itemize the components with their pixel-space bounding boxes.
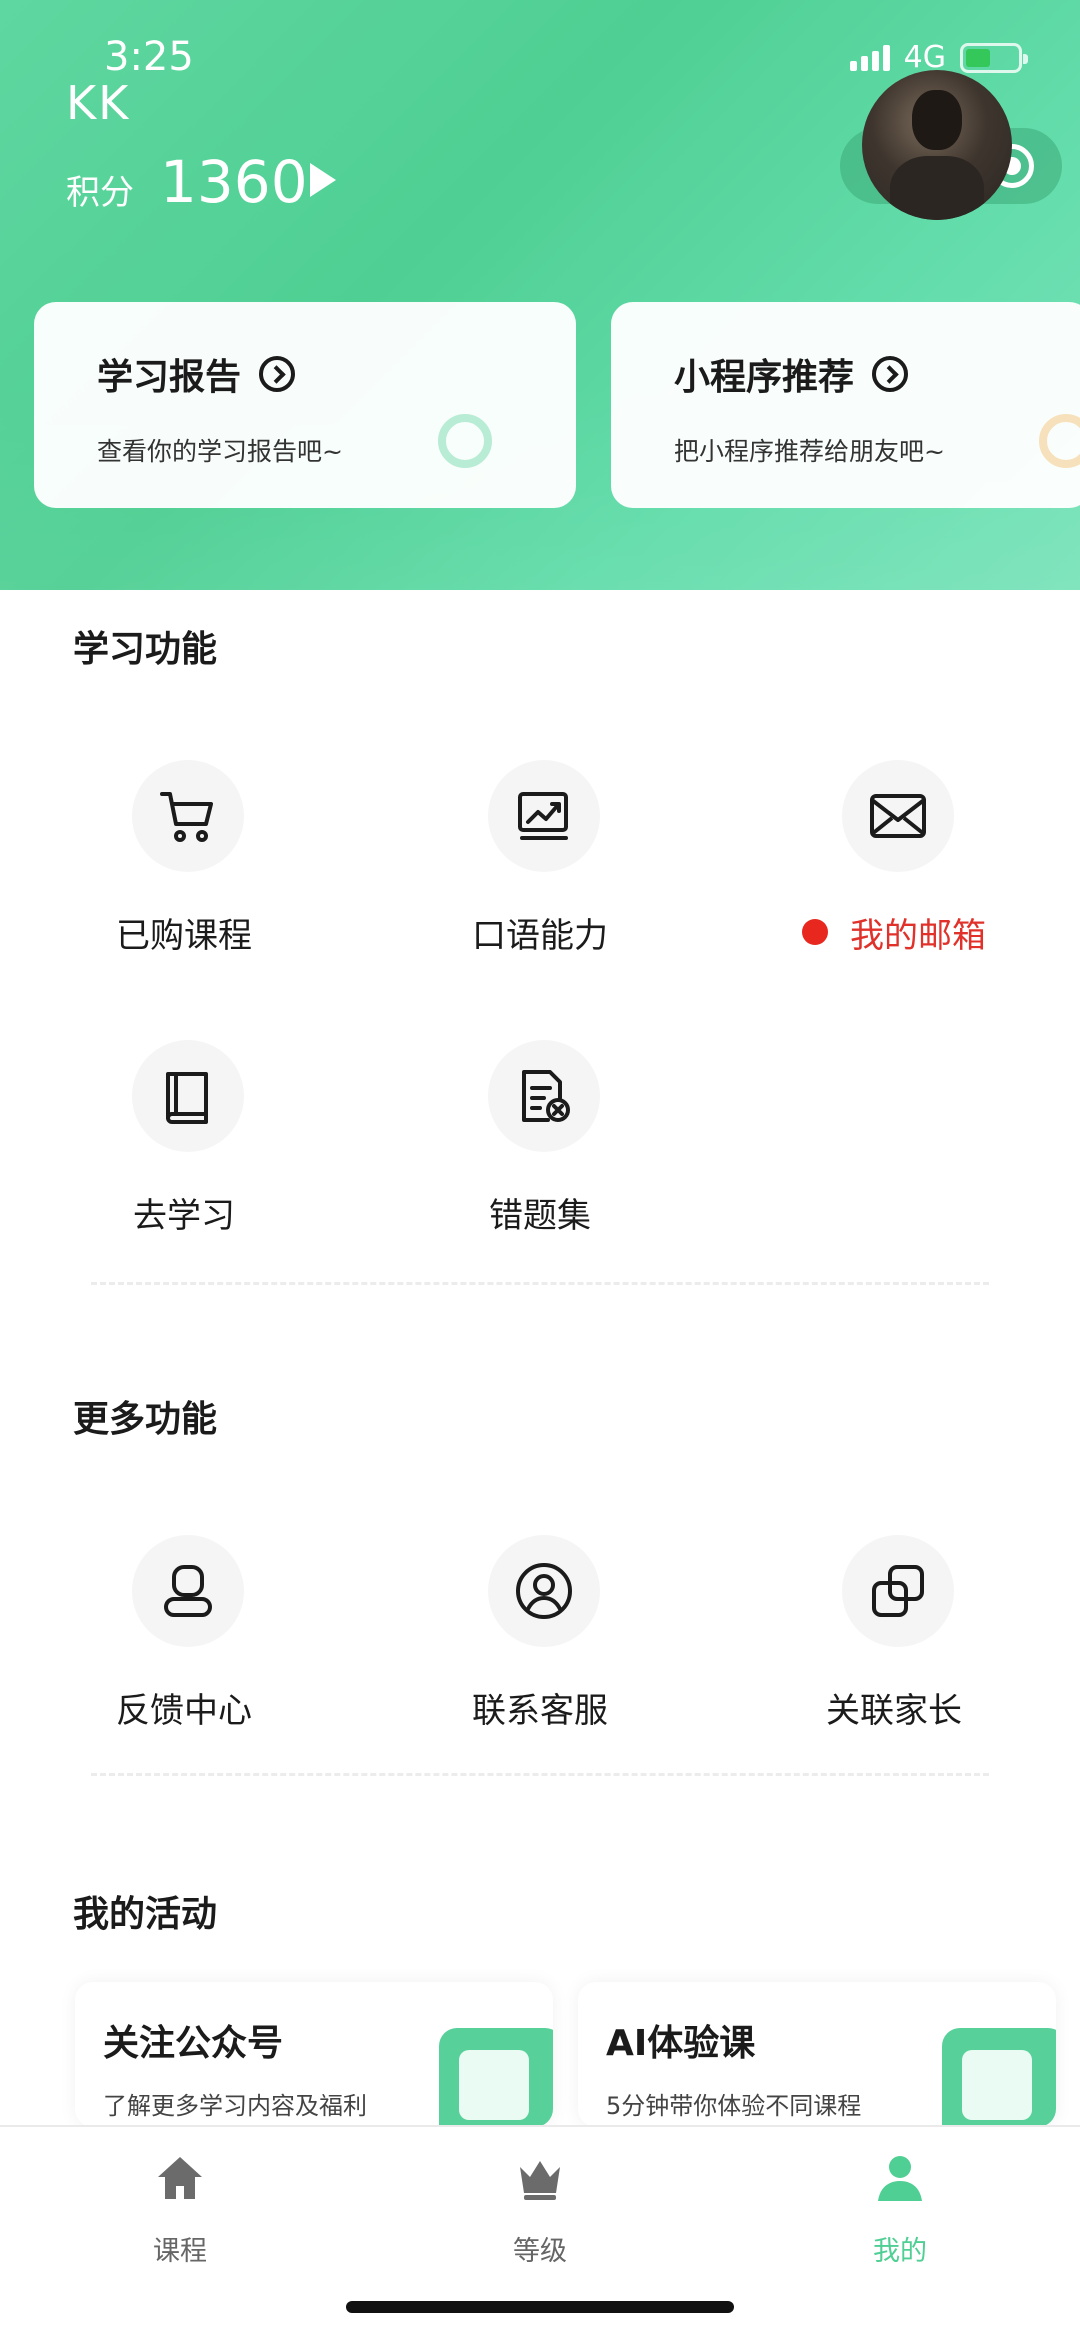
mail-icon — [842, 760, 954, 872]
link-parent-item[interactable]: 关联家长 — [774, 1535, 1014, 1755]
study-section-title: 学习功能 — [73, 629, 218, 670]
official-account-illustration-icon — [439, 2028, 553, 2127]
signal-icon — [849, 44, 890, 71]
avatar[interactable] — [862, 70, 1012, 220]
speaking-ability-item[interactable]: 口语能力 — [420, 760, 660, 980]
study-report-subtitle: 查看你的学习报告吧~ — [97, 437, 343, 466]
tab-level[interactable]: 等级 — [440, 2145, 640, 2267]
report-decoration-icon — [438, 414, 492, 468]
link-copy-icon — [842, 1535, 954, 1647]
tab-courses-label: 课程 — [153, 2236, 207, 2267]
chevron-right-circle-icon — [872, 356, 909, 392]
home-icon — [158, 2157, 202, 2199]
go-study-item[interactable]: 去学习 — [64, 1040, 304, 1260]
tab-mine[interactable]: 我的 — [800, 2145, 1000, 2267]
purchased-courses-label: 已购课程 — [116, 916, 252, 956]
wrong-questions-item[interactable]: 错题集 — [420, 1040, 660, 1260]
ai-trial-class-card[interactable]: AI体验课 5分钟带你体验不同课程 — [578, 1982, 1056, 2127]
recommend-decoration-icon — [1039, 414, 1080, 468]
wrong-questions-label: 错题集 — [489, 1196, 591, 1236]
book-icon — [132, 1040, 244, 1152]
follow-official-account-card[interactable]: 关注公众号 了解更多学习内容及福利 — [75, 1982, 553, 2127]
points-value[interactable]: 1360 — [160, 148, 308, 216]
link-parent-label: 关联家长 — [826, 1691, 962, 1731]
person-icon — [878, 2156, 922, 2201]
speaking-ability-label: 口语能力 — [472, 916, 608, 956]
chevron-right-circle-icon — [259, 356, 296, 392]
tab-mine-label: 我的 — [873, 2236, 927, 2267]
wrong-questions-icon — [488, 1040, 600, 1152]
user-circle-icon — [488, 1535, 600, 1647]
points-label: 积分 — [66, 173, 134, 213]
feedback-center-label: 反馈中心 — [116, 1691, 252, 1731]
battery-icon — [960, 42, 1028, 73]
status-time: 3:25 — [104, 34, 194, 80]
my-mailbox-item[interactable]: 我的邮箱 — [774, 760, 1014, 980]
go-study-label: 去学习 — [133, 1196, 235, 1236]
follow-official-account-title: 关注公众号 — [103, 2023, 284, 2064]
section-divider — [91, 1282, 989, 1285]
ai-trial-illustration-icon — [942, 2028, 1056, 2127]
study-report-card[interactable]: 学习报告 查看你的学习报告吧~ — [34, 302, 576, 508]
recommend-subtitle: 把小程序推荐给朋友吧~ — [674, 437, 945, 466]
feedback-icon — [132, 1535, 244, 1647]
feedback-center-item[interactable]: 反馈中心 — [64, 1535, 304, 1755]
username: KK — [66, 76, 131, 130]
tab-courses[interactable]: 课程 — [80, 2145, 280, 2267]
contact-service-item[interactable]: 联系客服 — [420, 1535, 660, 1755]
follow-official-account-subtitle: 了解更多学习内容及福利 — [103, 2092, 367, 2120]
my-mailbox-label: 我的邮箱 — [850, 916, 986, 956]
trend-chart-icon — [488, 760, 600, 872]
points-arrow-icon[interactable] — [310, 163, 336, 197]
crown-icon — [520, 2161, 560, 2200]
more-section-title: 更多功能 — [73, 1399, 218, 1440]
contact-service-label: 联系客服 — [472, 1691, 608, 1731]
unread-dot — [802, 919, 828, 945]
activities-section-title: 我的活动 — [73, 1894, 218, 1935]
section-divider — [91, 1773, 989, 1776]
cart-icon — [132, 760, 244, 872]
recommend-miniprogram-card[interactable]: 小程序推荐 把小程序推荐给朋友吧~ — [611, 302, 1080, 508]
purchased-courses-item[interactable]: 已购课程 — [64, 760, 304, 980]
ai-trial-class-title: AI体验课 — [606, 2023, 756, 2064]
tab-level-label: 等级 — [513, 2236, 567, 2267]
recommend-title: 小程序推荐 — [674, 357, 855, 398]
ai-trial-class-subtitle: 5分钟带你体验不同课程 — [606, 2092, 862, 2120]
home-indicator — [346, 2301, 734, 2313]
study-report-title: 学习报告 — [97, 357, 242, 398]
